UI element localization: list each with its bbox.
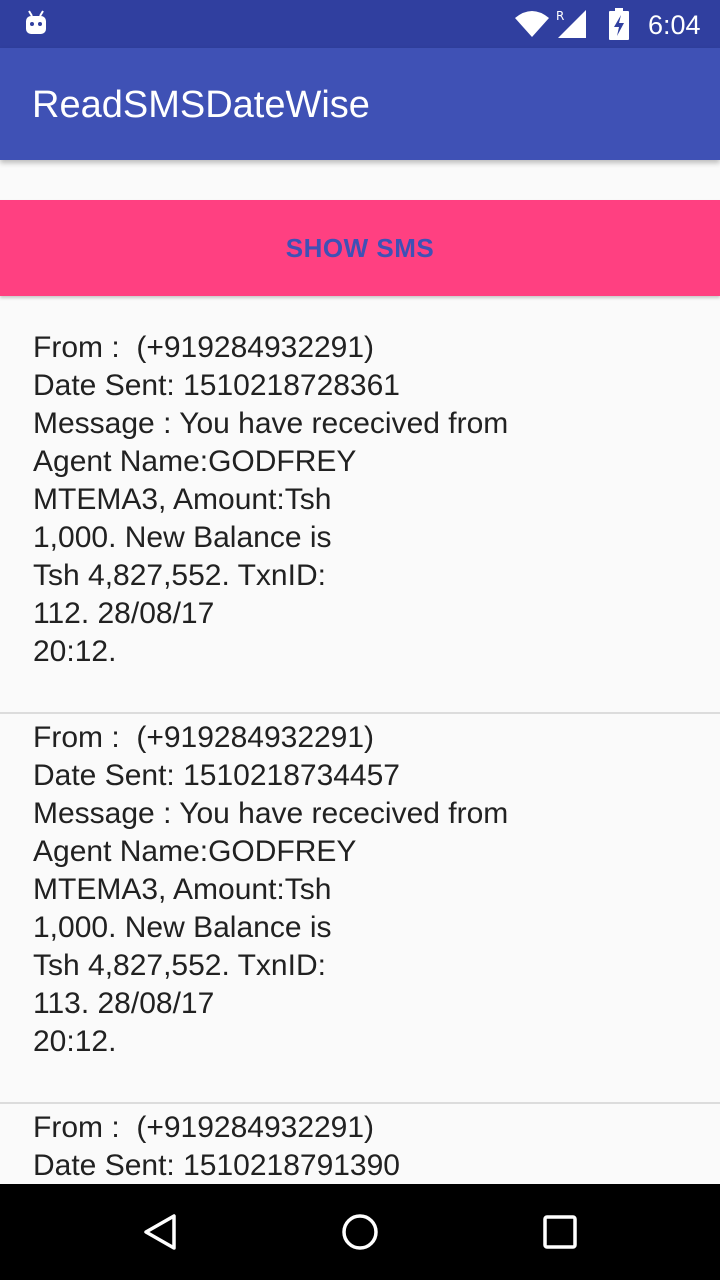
sms-line: MTEMA3, Amount:Tsh (33, 483, 332, 516)
sms-line: 112. 28/08/17 (33, 597, 215, 630)
sms-line: From : (+919284932291) (33, 1111, 375, 1144)
sms-item: From : (+919284932291) Date Sent: 151021… (0, 1104, 720, 1184)
sms-line: 20:12. (33, 635, 117, 668)
status-time: 6:04 (648, 10, 701, 40)
navigation-bar (0, 1184, 720, 1280)
sms-line: Agent Name:GODFREY (33, 835, 357, 868)
sms-line: Agent Name:GODFREY (33, 445, 357, 478)
sms-list[interactable]: From : (+919284932291) Date Sent: 151021… (0, 296, 720, 1184)
show-sms-button[interactable]: SHOW SMS (0, 200, 720, 296)
back-icon[interactable] (140, 1212, 180, 1252)
signal-icon: R (556, 9, 586, 38)
sms-line: Date Sent: 1510218734457 (33, 759, 400, 792)
svg-text:R: R (556, 9, 564, 23)
sms-line: From : (+919284932291) (33, 721, 375, 754)
battery-icon (609, 8, 629, 40)
wifi-icon (515, 11, 549, 37)
sms-line: Message : You have rececived from (33, 797, 509, 830)
sms-line: 113. 28/08/17 (33, 987, 215, 1020)
app-bar: ReadSMSDateWise (0, 48, 720, 160)
android-icon (26, 10, 46, 34)
sms-line: Date Sent: 1510218728361 (33, 369, 400, 402)
app-title: ReadSMSDateWise (32, 84, 370, 126)
sms-line: Date Sent: 1510218791390 (33, 1149, 400, 1182)
sms-line: MTEMA3, Amount:Tsh (33, 873, 332, 906)
sms-line: 1,000. New Balance is (33, 911, 332, 944)
recents-icon[interactable] (542, 1214, 578, 1250)
sms-item: From : (+919284932291) Date Sent: 151021… (0, 714, 720, 1102)
sms-line: Tsh 4,827,552. TxnID: (33, 949, 326, 982)
home-icon[interactable] (340, 1212, 380, 1252)
sms-line: Message : You have rececived from (33, 407, 509, 440)
status-bar: R 6:04 (0, 0, 720, 48)
sms-item: From : (+919284932291) Date Sent: 151021… (0, 296, 720, 712)
sms-line: 20:12. (33, 1025, 117, 1058)
sms-line: From : (+919284932291) (33, 331, 375, 364)
sms-line: 1,000. New Balance is (33, 521, 332, 554)
sms-line: Tsh 4,827,552. TxnID: (33, 559, 326, 592)
